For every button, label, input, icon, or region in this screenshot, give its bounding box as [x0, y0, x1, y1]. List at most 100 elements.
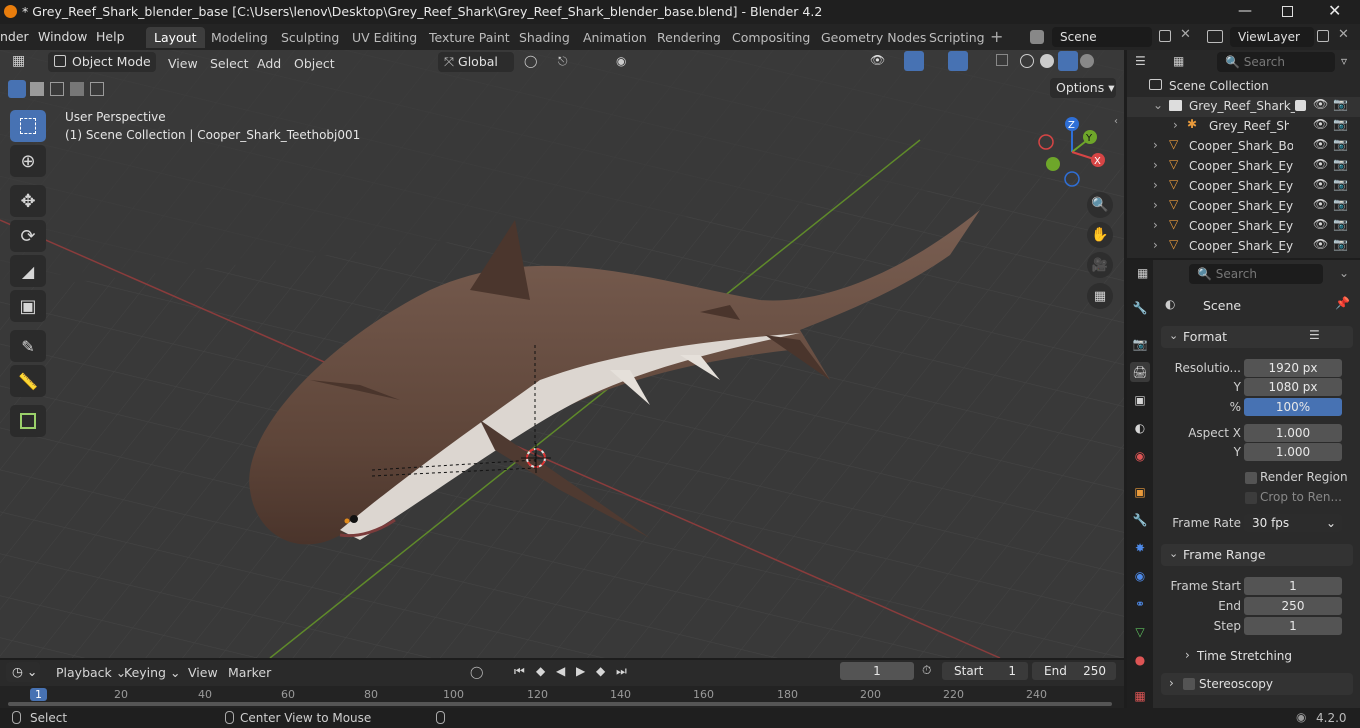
play-icon[interactable]: ▶ — [576, 664, 585, 678]
expand-icon[interactable]: › — [1173, 118, 1178, 132]
transform-orientation-dropdown[interactable]: ⤧ Global — [438, 52, 514, 72]
resolution-percent-slider[interactable]: 100% — [1244, 398, 1342, 416]
proportional-edit-icon[interactable]: ◉ — [616, 54, 626, 68]
resolution-y-field[interactable]: 1080 px — [1244, 378, 1342, 396]
pan-button[interactable]: ✋ — [1087, 222, 1113, 248]
options-dropdown[interactable]: Options ▾ — [1050, 78, 1116, 98]
scene-icon[interactable] — [1030, 30, 1044, 44]
xray-icon[interactable] — [996, 54, 1008, 66]
outliner-root[interactable]: Scene Collection — [1127, 77, 1360, 97]
menu-object[interactable]: Object — [294, 56, 335, 71]
new-scene-icon[interactable] — [1159, 30, 1171, 42]
tool-annotate[interactable]: ✎ — [10, 330, 46, 362]
filter-icon[interactable]: ▿ — [1341, 54, 1347, 68]
select-invert-icon[interactable] — [70, 82, 84, 96]
resolution-x-field[interactable]: 1920 px — [1244, 359, 1342, 377]
checkbox-icon[interactable] — [1295, 100, 1306, 111]
jump-start-icon[interactable]: ⏮ — [514, 664, 525, 679]
render-tab[interactable]: 📷 — [1130, 334, 1150, 354]
tool-select-box[interactable] — [10, 110, 46, 142]
play-reverse-icon[interactable]: ◀ — [556, 664, 565, 678]
timeline-editor-type[interactable]: ◷ ⌄ — [6, 662, 40, 682]
crop-checkbox[interactable] — [1245, 492, 1257, 504]
editor-type-icon[interactable]: ▦ — [12, 53, 36, 71]
mode-dropdown[interactable]: Object Mode — [48, 52, 156, 72]
menu-keying[interactable]: Keying ⌄ — [124, 665, 180, 680]
tab-rendering[interactable]: Rendering — [649, 27, 729, 48]
solid-shading-icon[interactable] — [1040, 54, 1054, 68]
tool-add-cube[interactable] — [10, 405, 46, 437]
camera-icon[interactable]: 📷 — [1333, 237, 1348, 251]
eye-icon[interactable]: 👁 — [1313, 237, 1328, 251]
view-layer-field[interactable]: ViewLayer — [1230, 27, 1314, 47]
menu-view[interactable]: View — [168, 56, 198, 71]
close-icon[interactable]: ✕ — [1328, 1, 1341, 20]
frame-range-panel-header[interactable]: ⌄ Frame Range — [1161, 544, 1353, 566]
current-frame-indicator[interactable]: 1 — [30, 688, 47, 701]
properties-options-icon[interactable]: ⌄ — [1339, 266, 1349, 280]
tab-animation[interactable]: Animation — [575, 27, 655, 48]
auto-keying-icon[interactable]: ◯ — [470, 665, 483, 679]
camera-icon[interactable]: 📷 — [1333, 177, 1348, 191]
camera-icon[interactable]: 📷 — [1333, 117, 1348, 131]
stereoscopy-panel-header[interactable]: › Stereoscopy — [1161, 673, 1353, 695]
tool-rotate[interactable]: ⟳ — [10, 220, 46, 252]
outliner-editor-icon[interactable]: ☰ — [1135, 54, 1146, 68]
menu-playback[interactable]: Playback ⌄ — [56, 665, 126, 680]
visibility-icon[interactable]: 👁 — [870, 53, 885, 67]
timeline-scrollbar[interactable] — [8, 702, 1112, 706]
world-tab[interactable]: ◉ — [1130, 446, 1150, 466]
menu-add[interactable]: Add — [257, 56, 281, 71]
zoom-button[interactable]: 🔍 — [1087, 192, 1113, 218]
pin-icon[interactable]: 📌 — [1335, 296, 1350, 310]
snap-icon[interactable]: ⎋ — [558, 54, 568, 69]
material-tab[interactable]: ● — [1130, 650, 1150, 670]
eye-icon[interactable]: 👁 — [1313, 137, 1328, 151]
menu-window[interactable]: Window — [38, 29, 87, 44]
minimize-icon[interactable]: — — [1238, 3, 1252, 19]
eye-icon[interactable]: 👁 — [1313, 157, 1328, 171]
eye-icon[interactable]: 👁 — [1313, 117, 1328, 131]
tool-transform[interactable]: ▣ — [10, 290, 46, 322]
stereoscopy-checkbox[interactable] — [1183, 678, 1195, 690]
eye-icon[interactable]: 👁 — [1313, 97, 1328, 111]
tab-compositing[interactable]: Compositing — [724, 27, 818, 48]
overlay-toggle-icon[interactable] — [948, 51, 968, 71]
presets-icon[interactable]: ☰ — [1309, 328, 1320, 342]
tab-uv-editing[interactable]: UV Editing — [344, 27, 425, 48]
physics-tab[interactable]: ◉ — [1130, 566, 1150, 586]
menu-select[interactable]: Select — [210, 56, 249, 71]
rendered-shading-icon[interactable] — [1080, 54, 1094, 68]
camera-icon[interactable]: 📷 — [1333, 217, 1348, 231]
pivot-icon[interactable]: ◯ — [524, 54, 537, 68]
tool-move[interactable]: ✥ — [10, 185, 46, 217]
gizmo-toggle-icon[interactable] — [904, 51, 924, 71]
view-layer-tab[interactable]: ▣ — [1130, 390, 1150, 410]
select-extend-icon[interactable] — [30, 82, 44, 96]
data-tab[interactable]: ▽ — [1130, 622, 1150, 642]
scene-name-field[interactable]: Scene — [1052, 27, 1152, 47]
tab-modeling[interactable]: Modeling — [203, 27, 276, 48]
properties-editor-icon[interactable]: ▦ — [1137, 266, 1148, 280]
tab-scripting[interactable]: Scripting — [921, 27, 993, 48]
constraints-tab[interactable]: ⚭ — [1130, 594, 1150, 614]
time-stretching-subpanel[interactable]: › Time Stretching — [1183, 646, 1343, 666]
material-preview-icon[interactable] — [1058, 51, 1078, 71]
outliner-search-input[interactable]: 🔍 Search — [1217, 52, 1335, 72]
end-frame-field[interactable]: End 250 — [1032, 662, 1116, 680]
camera-icon[interactable]: 📷 — [1333, 137, 1348, 151]
tool-tab[interactable]: 🔧 — [1130, 298, 1150, 318]
view-layer-icon[interactable] — [1207, 30, 1223, 43]
tool-cursor[interactable]: ⊕ — [10, 145, 46, 177]
menu-help[interactable]: Help — [96, 29, 125, 44]
aspect-x-field[interactable]: 1.000 — [1244, 424, 1342, 442]
expand-icon[interactable]: › — [1153, 238, 1158, 252]
frame-rate-dropdown[interactable]: 30 fps ⌄ — [1244, 514, 1342, 532]
select-intersect-icon[interactable] — [90, 82, 104, 96]
current-frame-field[interactable]: 1 — [840, 662, 914, 680]
display-mode-icon[interactable]: ▦ — [1173, 54, 1184, 68]
tab-shading[interactable]: Shading — [511, 27, 578, 48]
menu-timeline-view[interactable]: View — [188, 665, 218, 680]
object-tab[interactable]: ▣ — [1130, 482, 1150, 502]
tab-texture-paint[interactable]: Texture Paint — [421, 27, 518, 48]
